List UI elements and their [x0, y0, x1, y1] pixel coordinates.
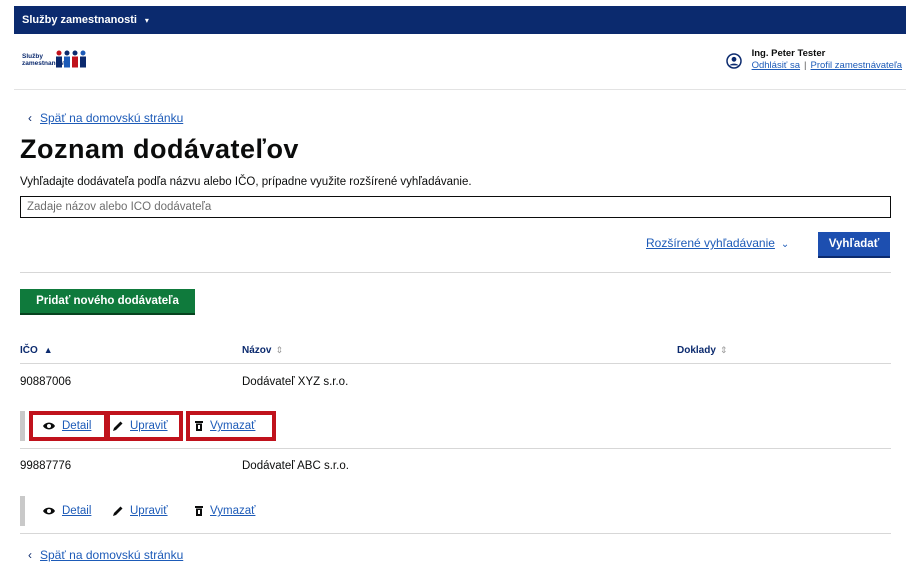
sort-ascending-icon: ▲ — [43, 345, 53, 355]
chevron-down-icon[interactable]: ▾ — [145, 16, 149, 25]
top-nav-bar: Služby zamestnanosti ▾ — [14, 6, 906, 34]
detail-link[interactable]: Detail — [62, 505, 91, 517]
row-1-name: Dodávateľ XYZ s.r.o. — [242, 376, 349, 388]
row-2-detail-action[interactable]: Detail — [42, 502, 91, 520]
chevron-left-icon: ‹ — [28, 111, 32, 125]
user-name: Ing. Peter Tester — [751, 48, 826, 59]
search-button[interactable]: Vyhľadať — [818, 232, 890, 256]
highlight-box-detail — [29, 411, 110, 441]
trash-icon — [195, 506, 203, 516]
pencil-icon — [113, 506, 123, 516]
edit-link[interactable]: Upraviť — [130, 505, 168, 517]
highlight-box-edit — [104, 411, 183, 441]
row-2-ico: 99887776 — [20, 460, 72, 472]
column-header-name[interactable]: Názov ⇕ — [242, 345, 283, 356]
logout-link[interactable]: Odhlásiť sa — [752, 60, 800, 71]
site-header: Služby zamestnanosti Ing. Peter Tester O… — [14, 34, 906, 90]
user-account-icon — [725, 53, 742, 69]
add-supplier-button[interactable]: Pridať nového dodávateľa — [20, 289, 195, 313]
column-header-documents[interactable]: Doklady ⇕ — [677, 345, 727, 356]
column-header-ico[interactable]: IČO ▲ — [20, 345, 53, 356]
row-2-actions: Detail Upraviť Vymazať — [20, 496, 891, 526]
site-logo[interactable]: Služby zamestnanosti — [22, 50, 88, 70]
row-1-actions: Detail Upraviť Vymazať — [20, 411, 891, 441]
row-2-edit-action[interactable]: Upraviť — [112, 502, 168, 520]
employer-profile-link[interactable]: Profil zamestnávateľa — [811, 60, 902, 71]
highlight-box-delete — [186, 411, 276, 441]
advanced-search-toggle[interactable]: Rozšírené vyhľadávanie ⌄ — [646, 236, 789, 250]
delete-link[interactable]: Vymazať — [210, 505, 255, 517]
logo-text: Služby zamestnanosti — [22, 53, 68, 67]
app-menu-title[interactable]: Služby zamestnanosti — [22, 14, 137, 26]
divider — [20, 272, 891, 273]
user-panel: Ing. Peter Tester Odhlásiť sa | Profil zam… — [725, 48, 902, 71]
search-hint: Vyhľadajte dodávateľa podľa názvu alebo … — [20, 176, 472, 188]
back-link-bottom: ‹ Späť na domovskú stránku — [28, 548, 183, 562]
sort-icon: ⇕ — [719, 345, 728, 355]
page-title: Zoznam dodávateľov — [20, 134, 299, 164]
row-divider — [20, 533, 891, 534]
table-header-divider — [20, 363, 891, 364]
people-logo-icon — [56, 50, 86, 68]
row-divider — [20, 448, 891, 449]
supplier-search-input[interactable] — [20, 196, 891, 218]
back-link-top: ‹ Späť na domovskú stránku — [28, 111, 183, 125]
chevron-left-icon: ‹ — [28, 548, 32, 562]
sort-icon: ⇕ — [275, 345, 283, 355]
back-to-home-link[interactable]: Späť na domovskú stránku — [40, 548, 183, 562]
back-to-home-link[interactable]: Späť na domovskú stránku — [40, 111, 183, 125]
chevron-down-icon: ⌄ — [780, 239, 790, 250]
eye-icon — [43, 507, 55, 515]
row-1-ico: 90887006 — [20, 376, 72, 388]
row-2-name: Dodávateľ ABC s.r.o. — [242, 460, 349, 472]
row-2-delete-action[interactable]: Vymazať — [194, 502, 255, 520]
